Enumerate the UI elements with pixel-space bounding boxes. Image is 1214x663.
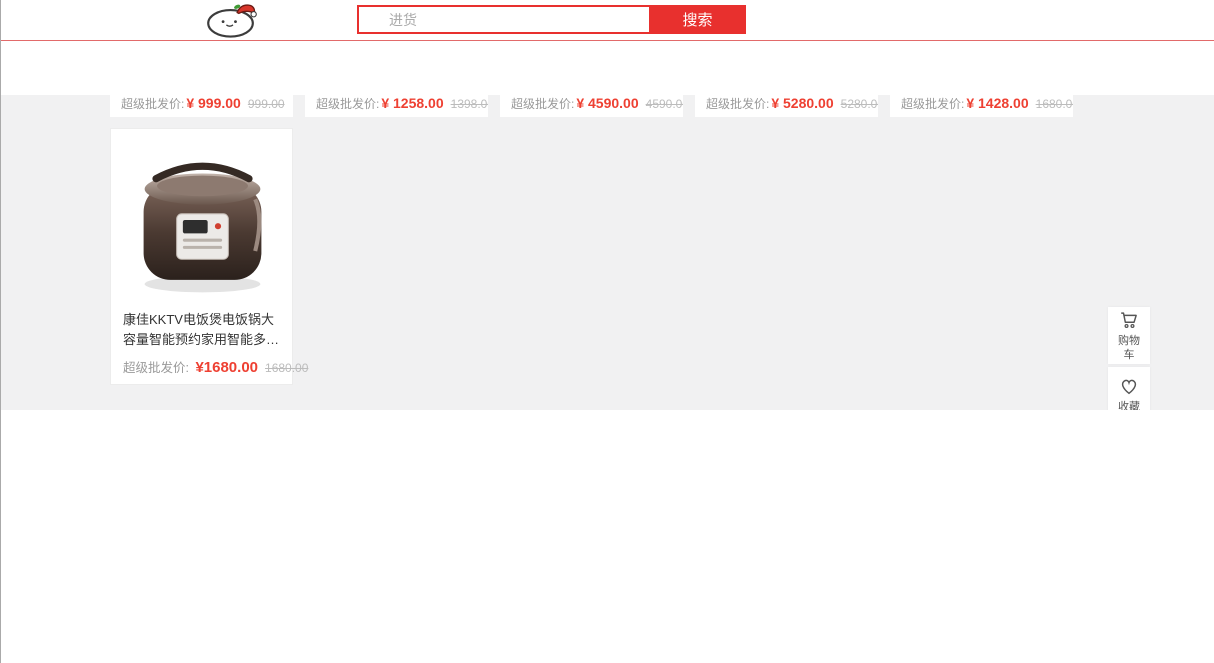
footer: 批量下单 购物车 收藏 <box>0 410 1214 663</box>
product-card-cropped[interactable]: 超级批发价:¥ 999.00 999.00 <box>110 95 293 117</box>
price: ¥ 1258.00 <box>381 95 443 111</box>
product-card-cropped[interactable]: 超级批发价:¥ 1258.00 1398.00 <box>305 95 488 117</box>
old-price: 5280.00 <box>841 97 878 111</box>
top-header: 搜索 <box>0 0 1214 41</box>
price-label: 超级批发价: <box>511 97 574 111</box>
price: ¥ 1428.00 <box>966 95 1028 111</box>
product-grid-section: 超级批发价:¥ 999.00999.00 超级批发价:¥ 1258.001398… <box>0 95 1214 410</box>
float-cart-label: 购物车 <box>1116 334 1142 362</box>
price: ¥ 999.00 <box>186 95 241 111</box>
heart-icon <box>1118 375 1140 397</box>
old-price: 999.00 <box>248 97 285 111</box>
product-card-cropped[interactable]: 超级批发价:¥ 5280.00 5280.00 <box>695 95 878 117</box>
old-price: 1398.00 <box>451 97 488 111</box>
old-price: 1680.00 <box>265 361 308 375</box>
price: ¥ 5280.00 <box>771 95 833 111</box>
price-label: 超级批发价: <box>706 97 769 111</box>
floating-cart-button[interactable]: 购物车 <box>1108 307 1150 364</box>
product-card-cropped[interactable]: 超级批发价:¥ 1428.00 1680.00 <box>890 95 1073 117</box>
page: 搜索 美妆产品 数码产品 数码产品 数码3C 宠物生活 Health & Bea… <box>0 0 1214 663</box>
page-left-border <box>0 0 1 663</box>
price: ¥ 4590.00 <box>576 95 638 111</box>
category-nav: 美妆产品 数码产品 数码产品 数码3C 宠物生活 Health & Beauty… <box>0 41 1214 95</box>
product-card-rice-cooker[interactable]: 康佳KKTV电饭煲电饭锅大容量智能预约家用智能多功能煮饭锅... 超级批发价: … <box>110 128 293 385</box>
price-label: 超级批发价: <box>121 97 184 111</box>
cart-icon <box>1118 309 1140 331</box>
search-input[interactable] <box>357 5 653 34</box>
old-price: 4590.00 <box>646 97 683 111</box>
old-price: 1680.00 <box>1036 97 1073 111</box>
mascot-logo-icon[interactable] <box>190 1 276 39</box>
product-title: 康佳KKTV电饭煲电饭锅大容量智能预约家用智能多功能煮饭锅... <box>123 310 282 350</box>
rice-cooker-image <box>125 135 280 305</box>
price-label: 超级批发价: <box>901 97 964 111</box>
search-button[interactable]: 搜索 <box>649 5 746 34</box>
product-price-row: 超级批发价: ¥1680.00 1680.00 <box>123 357 308 377</box>
product-card-cropped[interactable]: 超级批发价:¥ 4590.00 4590.00 <box>500 95 683 117</box>
price: ¥1680.00 <box>195 359 258 376</box>
price-label: 超级批发价: <box>123 361 189 375</box>
price-label: 超级批发价: <box>316 97 379 111</box>
